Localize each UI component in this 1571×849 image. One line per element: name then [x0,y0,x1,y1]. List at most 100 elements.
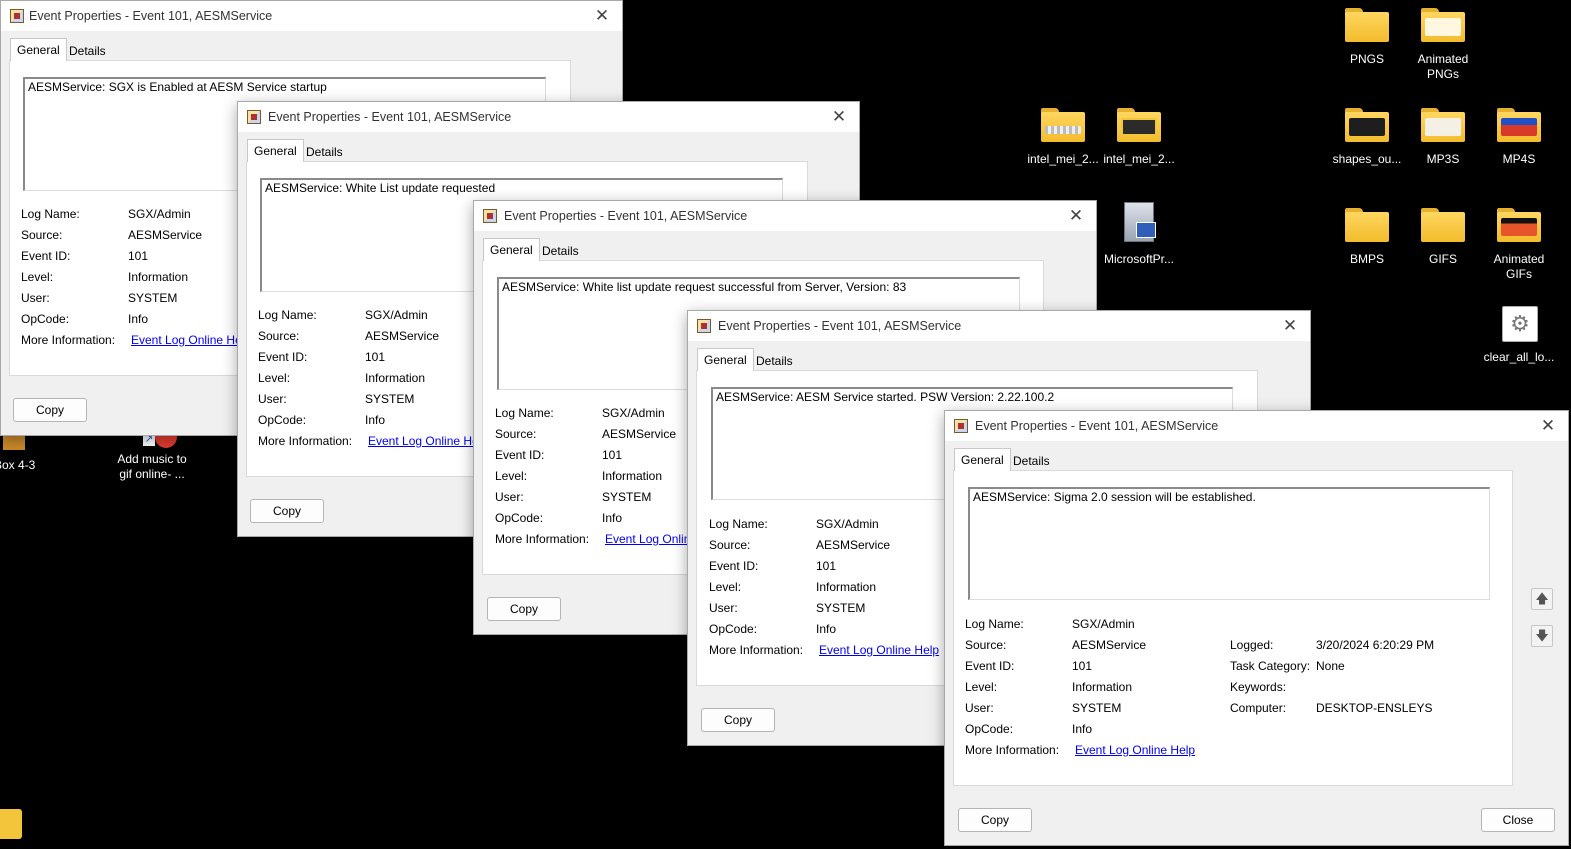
opcode-label: OpCode: [21,312,70,326]
log-name-value: SGX/Admin [128,207,191,221]
desktop-icon-intel-mei-2[interactable]: intel_mei_2... [1101,106,1177,167]
copy-button[interactable]: Copy [958,808,1032,832]
close-icon[interactable]: ✕ [1278,314,1302,338]
copy-button[interactable]: Copy [13,398,87,422]
desktop-icon-gifs[interactable]: GIFS [1405,206,1481,267]
tab-general[interactable]: General [954,448,1011,471]
event-log-help-link[interactable]: Event Log Online Help [131,333,251,347]
desktop-icon-label: MP3S [1426,152,1460,166]
log-name-label: Log Name: [709,517,768,531]
folder-icon [1420,208,1466,246]
level-value: Information [602,469,663,483]
tab-general[interactable]: General [10,38,67,61]
level-label: Level: [21,270,54,284]
event-message-box[interactable]: AESMService: Sigma 2.0 session will be e… [968,487,1490,600]
opcode-value: Info [365,413,386,427]
tab-details[interactable]: Details [750,350,799,372]
window-title: Event Properties - Event 101, AESMServic… [268,110,512,124]
folder-icon [1344,8,1390,46]
event-viewer-icon [10,9,24,23]
desktop-icon-mp3s[interactable]: MP3S [1405,106,1481,167]
event-log-help-link[interactable]: Event Log Online Help [1075,743,1195,757]
logged-label: Logged: [1230,638,1274,652]
tab-general[interactable]: General [697,348,754,371]
desktop-icon-add-music[interactable]: ↗ Add music to gif online- ... [114,428,190,482]
folder-icon [1496,208,1542,246]
close-icon[interactable]: ✕ [827,105,851,129]
event-id-label: Event ID: [258,350,308,364]
desktop-icon-microsoft[interactable]: MicrosoftPr... [1101,202,1177,267]
desktop-icon-pngs[interactable]: PNGS [1329,6,1405,67]
user-value: SYSTEM [816,601,866,615]
event-viewer-icon [483,209,497,223]
source-label: Source: [258,329,300,343]
desktop-icon-bmps[interactable]: BMPS [1329,206,1405,267]
close-icon[interactable]: ✕ [1064,204,1088,228]
event-log-help-link[interactable]: Event Log Online Help [368,434,488,448]
window-title: Event Properties - Event 101, AESMServic… [29,9,273,23]
desktop: PNGS Animated PNGs intel_mei_2... intel_… [0,0,1571,849]
level-label: Level: [258,371,291,385]
source-label: Source: [21,228,63,242]
desktop-icon-shapes[interactable]: shapes_ou... [1329,106,1405,167]
title-bar: Event Properties - Event 101, AESMServic… [474,201,1096,231]
log-name-label: Log Name: [965,617,1024,631]
desktop-icon-mp4s[interactable]: MP4S [1481,106,1557,167]
window-title: Event Properties - Event 101, AESMServic… [504,209,748,223]
folder-icon [1496,108,1542,146]
desktop-icon-animated-pngs[interactable]: Animated PNGs [1405,6,1481,82]
event-log-help-link[interactable]: Event Log Online Help [819,643,939,657]
previous-event-icon[interactable]: 🡅 [1531,588,1553,610]
settings-script-icon: ⚙ [1496,306,1542,344]
tab-general[interactable]: General [483,238,540,261]
level-label: Level: [495,469,528,483]
desktop-icon-animated-gifs[interactable]: Animated GIFs [1481,206,1557,282]
event-properties-window-5[interactable]: Event Properties - Event 101, AESMServic… [944,410,1569,846]
tab-general[interactable]: General [247,139,304,162]
window-title: Event Properties - Event 101, AESMServic… [975,419,1219,433]
level-value: Information [1072,680,1133,694]
desktop-icon-label: clear_all_lo... [1483,350,1555,364]
close-icon[interactable]: ✕ [590,4,614,28]
source-value: AESMService [365,329,440,343]
user-label: User: [965,701,994,715]
desktop-icon-label: PNGS [1349,52,1384,66]
tab-details[interactable]: Details [63,40,112,62]
tab-details[interactable]: Details [300,141,349,163]
log-name-value: SGX/Admin [1072,617,1135,631]
tab-details[interactable]: Details [1007,450,1056,472]
task-category-label: Task Category: [1230,659,1311,673]
copy-button[interactable]: Copy [487,597,561,621]
copy-button[interactable]: Copy [250,499,324,523]
event-id-label: Event ID: [21,249,71,263]
desktop-icon-clear-all[interactable]: ⚙ clear_all_lo... [1481,306,1557,365]
close-icon[interactable]: ✕ [1536,414,1560,438]
user-value: SYSTEM [365,392,415,406]
opcode-value: Info [128,312,149,326]
folder-icon [1344,108,1390,146]
copy-button[interactable]: Copy [701,708,775,732]
tab-details[interactable]: Details [536,240,585,262]
desktop-icon-intel-mei-1[interactable]: intel_mei_2... [1025,106,1101,167]
event-id-value: 101 [816,559,837,573]
user-label: User: [258,392,287,406]
desktop-icon-label: GIFS [1428,252,1457,266]
event-id-label: Event ID: [965,659,1015,673]
opcode-label: OpCode: [495,511,544,525]
event-viewer-icon [954,419,968,433]
close-button[interactable]: Close [1481,808,1555,832]
log-name-value: SGX/Admin [602,406,665,420]
next-event-icon[interactable]: 🡇 [1531,625,1553,647]
source-label: Source: [709,538,751,552]
desktop-icon-label: BMPS [1349,252,1384,266]
installer-icon [1116,202,1162,246]
event-id-value: 101 [1072,659,1093,673]
title-bar: Event Properties - Event 101, AESMServic… [945,411,1568,441]
title-bar: Event Properties - Event 101, AESMServic… [688,311,1310,341]
event-id-value: 101 [128,249,149,263]
level-label: Level: [965,680,998,694]
partial-desktop-icon[interactable] [0,809,22,839]
event-id-label: Event ID: [495,448,545,462]
user-value: SYSTEM [128,291,178,305]
user-value: SYSTEM [1072,701,1122,715]
